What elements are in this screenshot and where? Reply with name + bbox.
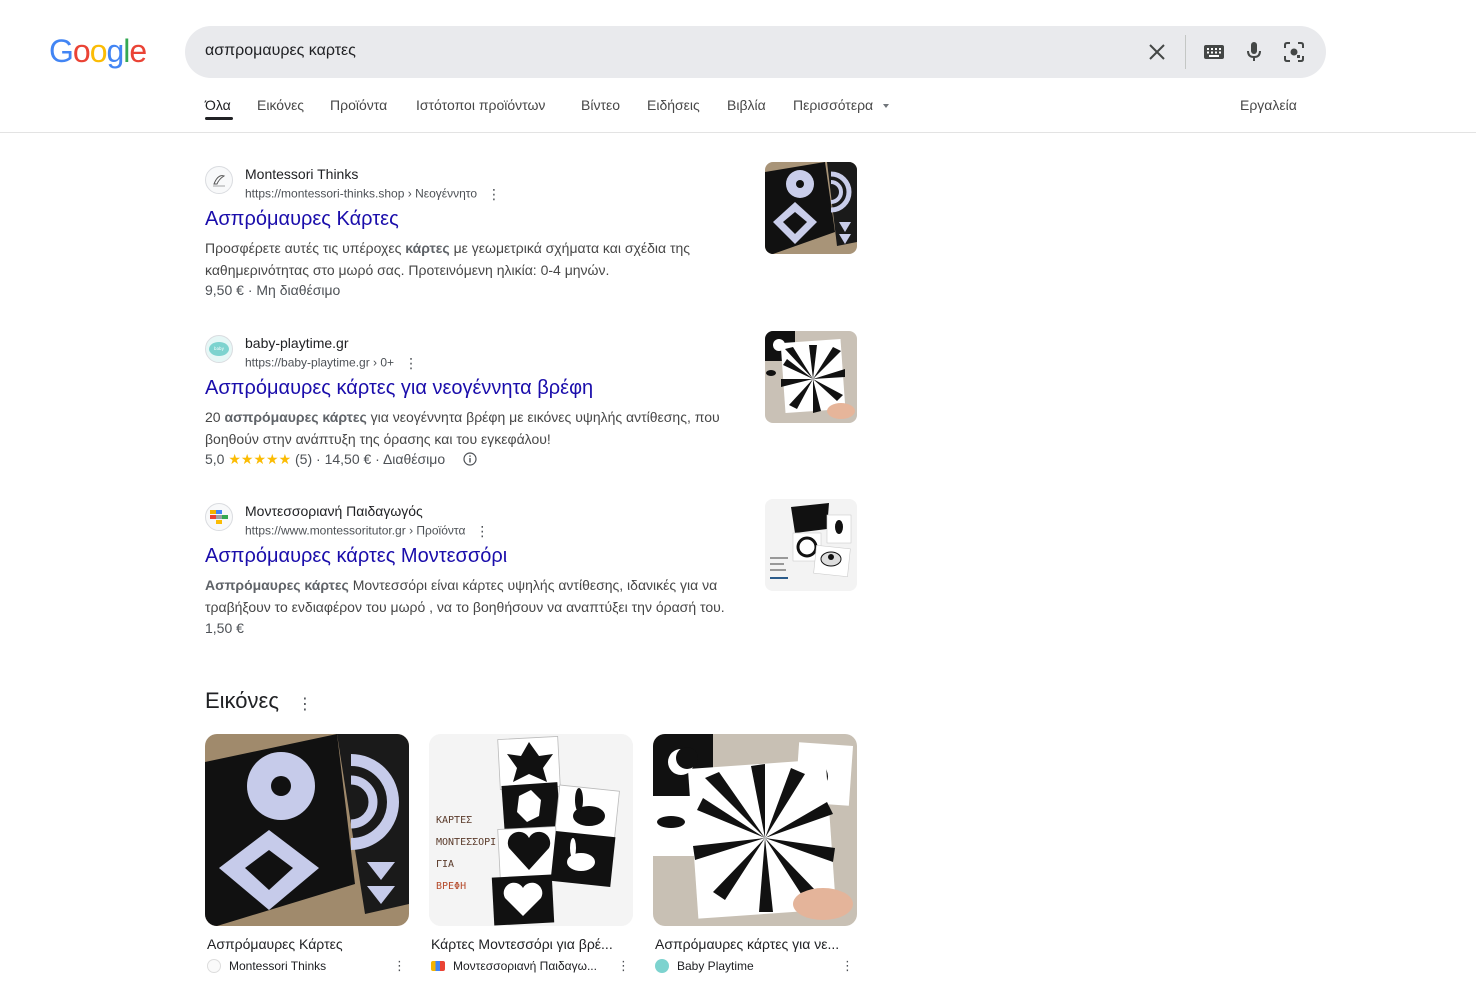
source-favicon xyxy=(207,959,221,973)
tab-products[interactable]: Προϊόντα xyxy=(330,97,387,113)
result-snippet: 20 ασπρόμαυρες κάρτες για νεογέννητα βρέ… xyxy=(205,406,735,450)
images-section-heading: Εικόνες xyxy=(205,688,279,713)
image-source: Montessori Thinks ⋮ xyxy=(207,958,409,974)
card-caption-line: ΒΡΕΦΗ xyxy=(436,881,467,892)
result-meta: 1,50 € xyxy=(205,620,244,636)
source-name: Montessori Thinks xyxy=(229,959,327,973)
site-url[interactable]: https://baby-playtime.gr › 0+ ⋮ xyxy=(245,355,418,372)
snippet-text: 20 xyxy=(205,409,225,425)
more-options-icon[interactable]: ⋮ xyxy=(487,186,501,203)
snippet-highlight: κάρτες xyxy=(405,240,450,256)
rating-stars: ★★★★★ xyxy=(228,451,292,467)
snippet-text: Προσφέρετε αυτές τις υπέροχες xyxy=(205,240,406,256)
tab-videos[interactable]: Βίντεο xyxy=(581,97,620,113)
image-card[interactable]: Ασπρόμαυρες Κάρτες Montessori Thinks ⋮ xyxy=(205,734,409,974)
result-snippet: Προσφέρετε αυτές τις υπέροχες κάρτες με … xyxy=(205,237,735,281)
close-icon[interactable] xyxy=(1144,39,1170,65)
tab-product-sites[interactable]: Ιστότοποι προϊόντων xyxy=(416,97,545,113)
image-source: Μοντεσσοριανή Παιδαγω... ⋮ xyxy=(431,958,633,974)
source-name: Baby Playtime xyxy=(677,959,754,973)
more-options-icon[interactable]: ⋮ xyxy=(297,694,313,714)
site-favicon: baby xyxy=(205,335,233,363)
card-caption-line: ΓΙΑ xyxy=(436,859,455,870)
tab-all[interactable]: Όλα xyxy=(205,97,231,113)
svg-text:baby: baby xyxy=(214,346,225,351)
site-name[interactable]: Μοντεσσοριανή Παιδαγωγός xyxy=(245,503,423,519)
site-name[interactable]: Montessori Thinks xyxy=(245,166,358,182)
site-url[interactable]: https://www.montessoritutor.gr › Προϊόντ… xyxy=(245,523,489,540)
result-meta: 9,50 € · Μη διαθέσιμο xyxy=(205,282,341,298)
rating-value: 5,0 xyxy=(205,451,225,467)
more-options-icon[interactable]: ⋮ xyxy=(617,958,630,974)
result-title-link[interactable]: Ασπρόμαυρες κάρτες για νεογέννητα βρέφη xyxy=(205,377,593,400)
search-divider xyxy=(1185,35,1186,69)
more-options-icon[interactable]: ⋮ xyxy=(475,523,489,540)
site-name[interactable]: baby-playtime.gr xyxy=(245,335,349,351)
snippet-highlight: ασπρόμαυρες κάρτες xyxy=(224,409,367,425)
site-favicon xyxy=(205,166,233,194)
caret-down-icon xyxy=(883,104,890,109)
microphone-icon[interactable] xyxy=(1241,39,1267,65)
image-title[interactable]: Ασπρόμαυρες Κάρτες xyxy=(207,936,403,952)
image-source: Baby Playtime ⋮ xyxy=(655,958,857,974)
google-logo[interactable]: Google xyxy=(49,33,147,70)
image-thumbnail[interactable] xyxy=(205,734,409,926)
camera-lens-icon[interactable] xyxy=(1281,39,1307,65)
card-caption-line: ΜΟΝΤΕΣΣΟΡΙ xyxy=(436,837,497,848)
search-box[interactable]: ασπρομαυρες καρτες xyxy=(185,26,1326,78)
result-title-link[interactable]: Ασπρόμαυρες κάρτες Μοντεσσόρι xyxy=(205,545,507,568)
result-title-link[interactable]: Ασπρόμαυρες Κάρτες xyxy=(205,208,399,231)
snippet-highlight: Ασπρόμαυρες κάρτες xyxy=(205,577,349,593)
tab-images[interactable]: Εικόνες xyxy=(257,97,304,113)
image-thumbnail[interactable] xyxy=(653,734,857,926)
result-snippet: Ασπρόμαυρες κάρτες Μοντεσσόρι είναι κάρτ… xyxy=(205,574,735,618)
tools-button[interactable]: Εργαλεία xyxy=(1240,97,1297,113)
image-title[interactable]: Ασπρόμαυρες κάρτες για νε... xyxy=(655,936,851,952)
site-url-text: https://baby-playtime.gr › 0+ xyxy=(245,355,395,370)
site-favicon xyxy=(205,503,233,531)
image-title[interactable]: Κάρτες Μοντεσσόρι για βρέ... xyxy=(431,936,627,952)
more-options-icon[interactable]: ⋮ xyxy=(404,355,418,372)
site-url[interactable]: https://montessori-thinks.shop › Νεογένν… xyxy=(245,186,501,203)
image-card[interactable]: ΚΑΡΤΕΣ ΜΟΝΤΕΣΣΟΡΙ ΓΙΑ ΒΡΕΦΗ Κάρτες Μοντε… xyxy=(429,734,633,974)
info-icon[interactable] xyxy=(463,452,477,469)
more-options-icon[interactable]: ⋮ xyxy=(841,958,854,974)
tab-books[interactable]: Βιβλία xyxy=(727,97,766,113)
card-caption: ΚΑΡΤΕΣ ΜΟΝΤΕΣΣΟΡΙ ΓΙΑ ΒΡΕΦΗ xyxy=(436,810,496,898)
result-thumbnail[interactable] xyxy=(765,331,857,423)
source-name: Μοντεσσοριανή Παιδαγω... xyxy=(453,959,597,973)
site-url-text: https://www.montessoritutor.gr › Προϊόντ… xyxy=(245,523,466,538)
result-thumbnail[interactable] xyxy=(765,499,857,591)
header-divider xyxy=(0,132,1476,133)
result-thumbnail[interactable] xyxy=(765,162,857,254)
source-favicon xyxy=(431,961,445,971)
image-card[interactable]: Ασπρόμαυρες κάρτες για νε... Baby Playti… xyxy=(653,734,857,974)
tab-more-label: Περισσότερα xyxy=(793,97,874,113)
active-tab-indicator xyxy=(205,117,233,120)
card-caption-line: ΚΑΡΤΕΣ xyxy=(436,815,473,826)
keyboard-icon[interactable] xyxy=(1201,39,1227,65)
search-input[interactable]: ασπρομαυρες καρτες xyxy=(205,42,356,60)
tab-news[interactable]: Ειδήσεις xyxy=(647,97,700,113)
site-url-text: https://montessori-thinks.shop › Νεογένν… xyxy=(245,186,478,201)
result-meta: 5,0 ★★★★★ (5) · 14,50 € · Διαθέσιμο xyxy=(205,451,477,469)
more-options-icon[interactable]: ⋮ xyxy=(393,958,406,974)
source-favicon xyxy=(655,959,669,973)
image-thumbnail[interactable]: ΚΑΡΤΕΣ ΜΟΝΤΕΣΣΟΡΙ ΓΙΑ ΒΡΕΦΗ xyxy=(429,734,633,926)
rating-meta: (5) · 14,50 € · Διαθέσιμο xyxy=(295,451,446,467)
tab-more[interactable]: Περισσότερα xyxy=(793,97,890,113)
